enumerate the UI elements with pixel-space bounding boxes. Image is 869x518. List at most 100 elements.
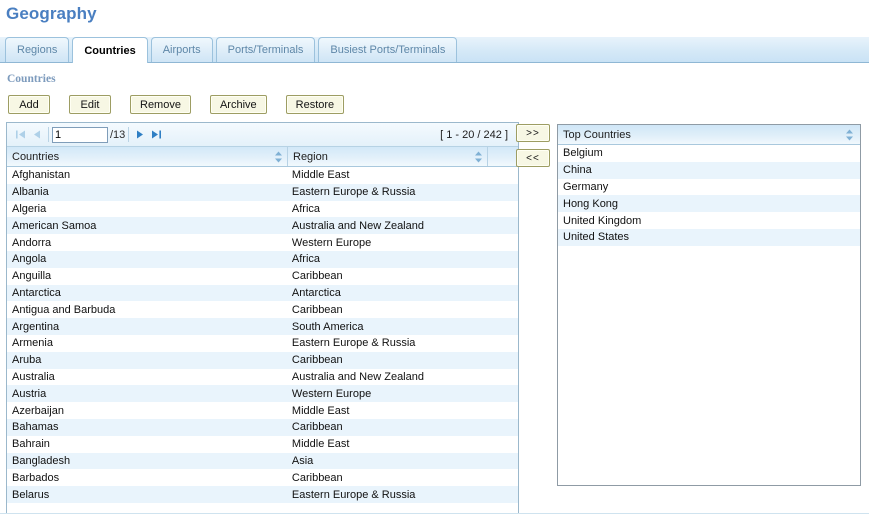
add-button[interactable]: Add: [8, 95, 50, 114]
sort-arrows-icon: [845, 128, 854, 141]
edit-button[interactable]: Edit: [69, 95, 111, 114]
table-row[interactable]: Angola Africa: [7, 250, 518, 268]
cell-country: Albania: [12, 186, 49, 199]
tab-label: Regions: [17, 44, 58, 56]
cell-region: Middle East: [291, 438, 350, 451]
next-page-icon[interactable]: [132, 127, 148, 143]
cell-country: Anguilla: [12, 270, 52, 283]
cell-region: Eastern Europe & Russia: [291, 488, 416, 501]
cell-country: Bangladesh: [12, 454, 71, 467]
page-number-input[interactable]: [52, 126, 108, 143]
table-row[interactable]: Afghanistan Middle East: [7, 167, 518, 184]
restore-button[interactable]: Restore: [285, 95, 345, 114]
prev-page-icon[interactable]: [29, 127, 45, 143]
cell-region: Eastern Europe & Russia: [291, 186, 416, 199]
first-page-icon[interactable]: [13, 127, 29, 143]
top-countries-header[interactable]: Top Countries: [558, 125, 860, 145]
tab-countries[interactable]: Countries: [72, 37, 148, 63]
archive-button[interactable]: Archive: [209, 95, 267, 114]
tab-ports-terminals[interactable]: Ports/Terminals: [215, 37, 316, 62]
table-row[interactable]: Bahrain Middle East: [7, 436, 518, 453]
bottom-divider: [0, 513, 869, 514]
table-row[interactable]: Argentina South America: [7, 318, 518, 335]
table-row[interactable]: Austria Western Europe: [7, 385, 518, 403]
table-row[interactable]: Anguilla Caribbean: [7, 268, 518, 285]
table-row[interactable]: Bangladesh Asia: [7, 452, 518, 470]
button-label: Edit: [80, 98, 100, 111]
last-page-icon[interactable]: [148, 127, 164, 143]
table-row[interactable]: Barbados Caribbean: [7, 469, 518, 486]
table-row[interactable]: Armenia Eastern Europe & Russia: [7, 335, 518, 352]
list-item[interactable]: United States: [558, 228, 860, 246]
cell-country: Aruba: [12, 354, 42, 367]
cell-region: Western Europe: [291, 387, 372, 400]
cell-region: Caribbean: [291, 303, 343, 316]
cell-region: Antarctica: [291, 286, 341, 299]
cell-country: Bahrain: [12, 438, 50, 451]
tab-airports[interactable]: Airports: [150, 37, 213, 62]
cell-country: Antarctica: [12, 286, 61, 299]
pager-divider-right: [128, 127, 130, 142]
table-row[interactable]: Belarus Eastern Europe & Russia: [7, 486, 518, 503]
list-item[interactable]: China: [558, 161, 860, 179]
table-row[interactable]: American Samoa Australia and New Zealand: [7, 217, 518, 235]
list-item[interactable]: United Kingdom: [558, 212, 860, 229]
cell-country: Angola: [12, 253, 47, 266]
cell-country: Bahamas: [12, 421, 59, 434]
page-title: Geography: [6, 4, 97, 23]
sort-arrows-icon: [274, 150, 283, 163]
cell-country: Algeria: [12, 202, 47, 215]
cell-country: Azerbaijan: [12, 404, 64, 417]
list-item[interactable]: Hong Kong: [558, 195, 860, 213]
column-header-region[interactable]: Region: [288, 147, 488, 166]
tab-bar: Regions Countries Airports Ports/Terminals B…: [0, 37, 869, 63]
geography-page: Geography Regions Countries Airports Ports/…: [0, 0, 869, 518]
column-header-gutter: [488, 147, 518, 166]
tab-busiest-ports-terminals[interactable]: Busiest Ports/Terminals: [318, 37, 458, 62]
table-row[interactable]: Algeria Africa: [7, 201, 518, 218]
column-header-countries[interactable]: Countries: [7, 147, 288, 166]
table-row[interactable]: Antarctica Antarctica: [7, 284, 518, 302]
sort-arrows-icon: [474, 150, 483, 163]
cell-region: Middle East: [291, 404, 350, 417]
cell-country: Barbados: [12, 471, 60, 484]
remove-button[interactable]: Remove: [130, 95, 191, 114]
table-row[interactable]: Antigua and Barbuda Caribbean: [7, 301, 518, 318]
list-item[interactable]: Belgium: [558, 145, 860, 162]
tab-label: Busiest Ports/Terminals: [330, 44, 446, 56]
cell-region: Caribbean: [291, 354, 343, 367]
table-row[interactable]: Bahamas Caribbean: [7, 418, 518, 436]
pager-divider-left: [48, 127, 49, 142]
cell-region: Asia: [291, 454, 314, 467]
table-row[interactable]: Australia Australia and New Zealand: [7, 369, 518, 386]
cell-region: Eastern Europe & Russia: [291, 337, 416, 350]
pagination-bar: /13 [ 1 - 20 / 242 ]: [7, 123, 518, 147]
table-row[interactable]: Aruba Caribbean: [7, 351, 518, 369]
table-row[interactable]: Andorra Western Europe: [7, 234, 518, 251]
cell-country: Belarus: [12, 488, 50, 501]
cell-region: Caribbean: [291, 471, 343, 484]
transfer-button-group: >> <<: [516, 124, 554, 174]
table-row[interactable]: Albania Eastern Europe & Russia: [7, 183, 518, 201]
tab-regions[interactable]: Regions: [5, 37, 70, 62]
table-row[interactable]: Azerbaijan Middle East: [7, 402, 518, 419]
column-header-countries-label: Countries: [12, 150, 60, 163]
cell-region: Africa: [291, 253, 321, 266]
button-label: Add: [19, 98, 39, 111]
cell-country: Australia: [12, 370, 55, 383]
cell-country: Armenia: [12, 337, 53, 350]
countries-table: Afghanistan Middle East Albania Eastern Eur…: [7, 167, 518, 513]
cell-region: Western Europe: [291, 236, 372, 249]
button-label: Archive: [219, 98, 257, 111]
cell-region: Australia and New Zealand: [291, 370, 424, 383]
list-item[interactable]: Germany: [558, 179, 860, 196]
move-right-button[interactable]: >>: [516, 124, 550, 142]
button-label: Restore: [295, 98, 335, 111]
column-header-region-label: Region: [293, 150, 328, 163]
move-left-button[interactable]: <<: [516, 149, 550, 167]
cell-country: Andorra: [12, 236, 52, 249]
page-total-label: /13: [110, 128, 126, 141]
grid-header-row: Countries Region: [7, 147, 518, 167]
action-toolbar: Add Edit Remove Archive Restore: [8, 95, 363, 114]
tab-label: Ports/Terminals: [227, 44, 304, 56]
